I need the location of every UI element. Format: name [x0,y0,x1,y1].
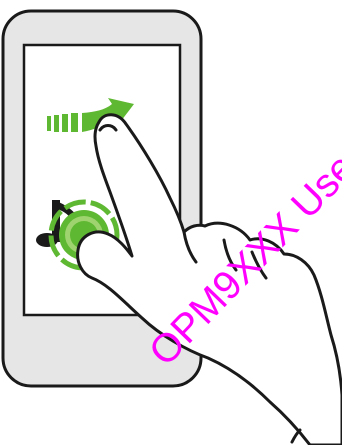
two-finger-gesture-illustration: OPM9XXX Use [1,9,342,445]
wrist-line [290,428,302,444]
